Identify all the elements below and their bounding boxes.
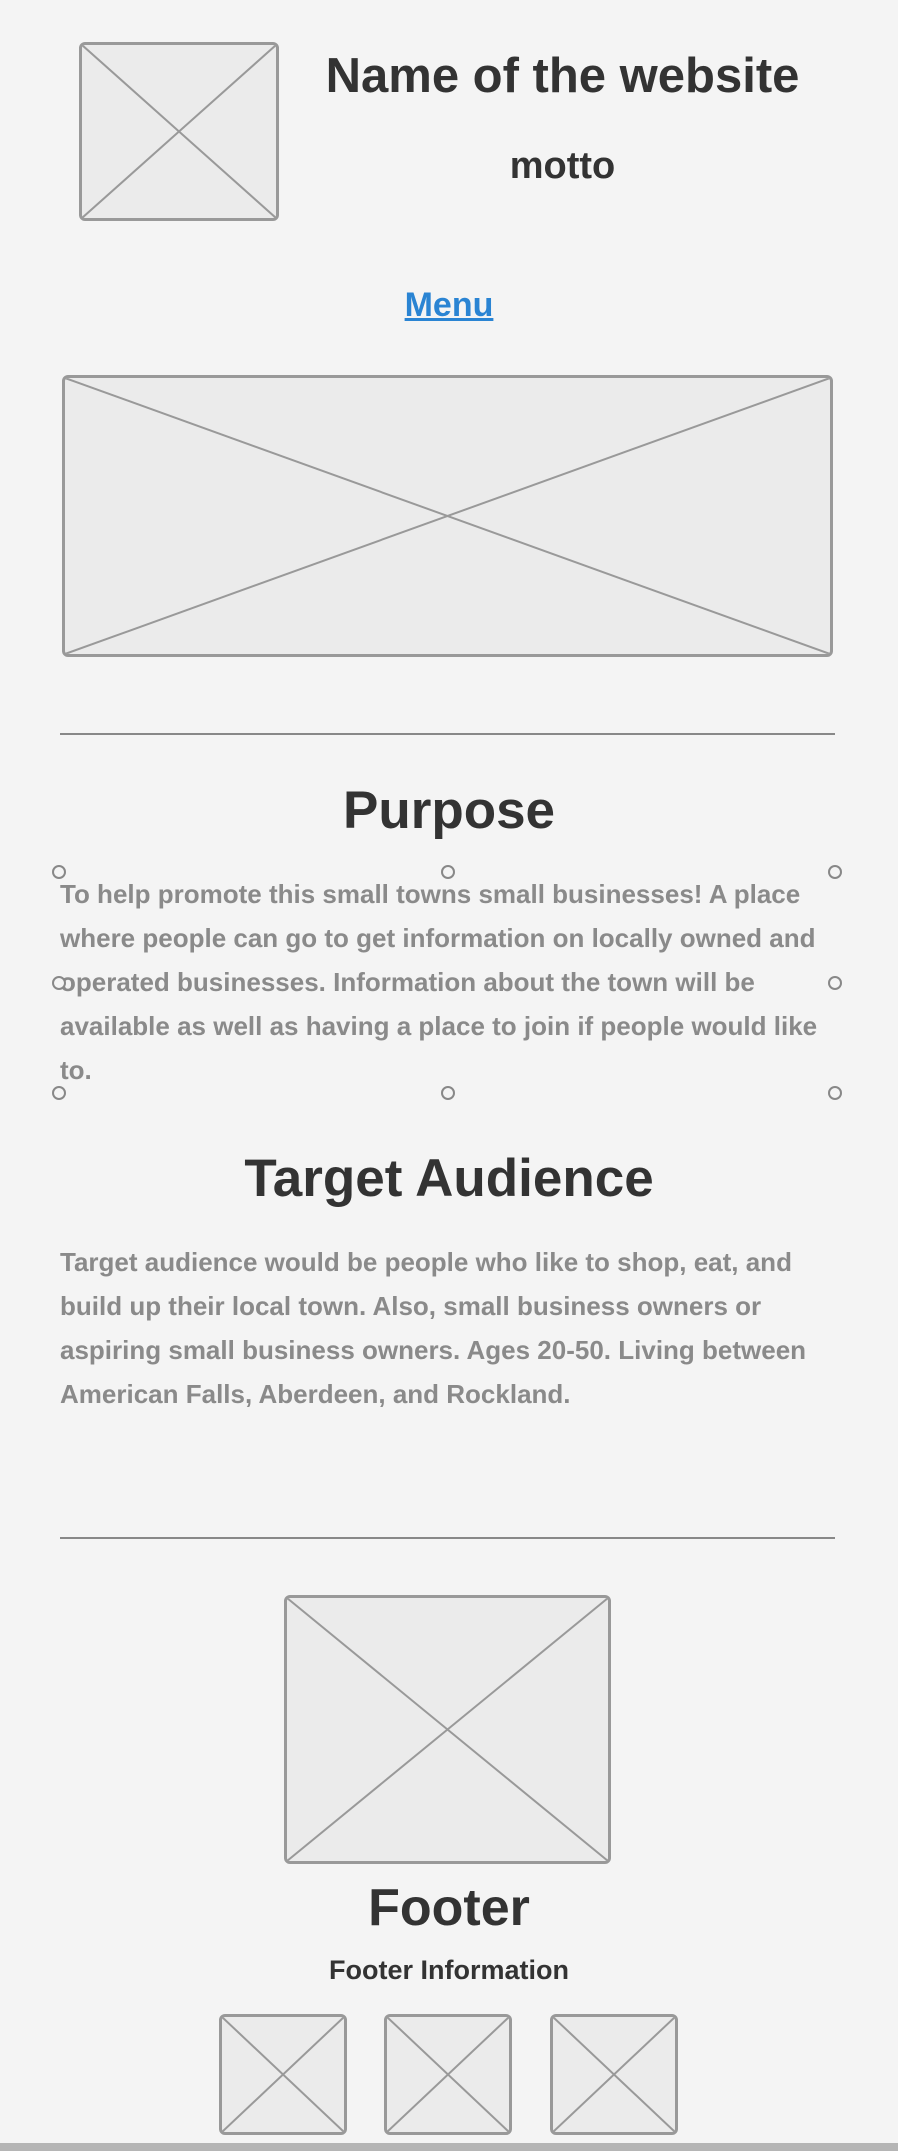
resize-handle-middle-left[interactable] (52, 976, 66, 990)
hero-banner-placeholder (62, 375, 833, 657)
logo-image-placeholder (79, 42, 279, 221)
audience-heading: Target Audience (244, 1149, 654, 1208)
resize-handle-bottom-center[interactable] (441, 1086, 455, 1100)
footer-icon-placeholder[interactable] (219, 2014, 347, 2135)
footer-icon-placeholder[interactable] (550, 2014, 678, 2135)
resize-handle-middle-right[interactable] (828, 976, 842, 990)
audience-text: Target audience would be people who like… (60, 1247, 807, 1409)
purpose-text[interactable]: To help promote this small towns small b… (60, 872, 838, 1092)
bottom-edge-bar (0, 2143, 898, 2151)
resize-handle-bottom-right[interactable] (828, 1086, 842, 1100)
site-motto: motto (509, 145, 616, 187)
footer-image-placeholder (284, 1595, 611, 1864)
footer-heading: Footer (368, 1879, 530, 1937)
resize-handle-top-center[interactable] (441, 865, 455, 879)
divider-top (60, 733, 835, 735)
resize-handle-bottom-left[interactable] (52, 1086, 66, 1100)
site-title: Name of the website (325, 49, 800, 103)
divider-bottom (60, 1537, 835, 1539)
purpose-heading: Purpose (342, 781, 556, 840)
footer-info: Footer Information (329, 1955, 569, 1985)
footer-icon-placeholder[interactable] (384, 2014, 512, 2135)
menu-link[interactable]: Menu (405, 286, 494, 324)
resize-handle-top-left[interactable] (52, 865, 66, 879)
menu-container: Menu (0, 286, 898, 325)
resize-handle-top-right[interactable] (828, 865, 842, 879)
